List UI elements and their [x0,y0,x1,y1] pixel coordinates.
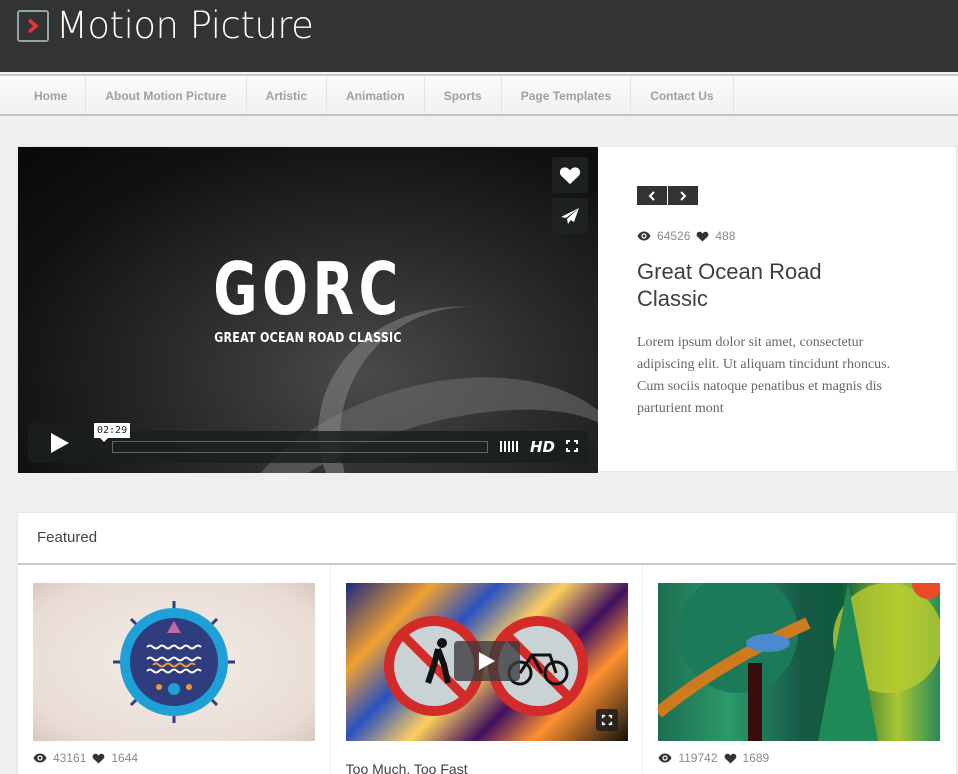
site-title: Motion Picture [56,4,314,47]
video-thumbnail[interactable] [345,583,628,741]
nav-item-sports[interactable]: Sports [425,76,502,114]
site-logo[interactable]: Motion Picture [17,4,314,47]
nav-item-home[interactable]: Home [0,76,87,114]
featured-card: 43161 1644 [18,565,331,774]
fullscreen-icon[interactable] [565,439,579,458]
forest-illustration [658,583,941,741]
featured-cards: 43161 1644 Too Much, Too Fast 119742 168… [18,565,956,774]
featured-card: 119742 1689 [643,565,956,774]
heart-icon [697,231,709,241]
hd-toggle[interactable]: HD [530,438,555,456]
like-button[interactable] [552,157,588,193]
nav-item-page-templates[interactable]: Page Templates [502,76,632,114]
share-button[interactable] [552,198,588,234]
heart-icon [93,753,105,763]
heart-icon [724,753,736,763]
send-icon [561,208,579,224]
like-count: 1644 [111,751,139,765]
card-stats: 119742 1689 [658,751,775,765]
eye-icon [658,753,672,763]
nav-item-artistic[interactable]: Artistic [247,76,328,114]
like-count: 488 [715,229,736,243]
featured-heading: Featured [18,513,956,565]
site-header: Motion Picture [0,0,958,72]
video-overlay-title: GORC [213,247,403,331]
main-nav: Home About Motion Picture Artistic Anima… [0,74,958,116]
chevron-right-icon [680,190,687,201]
card-title[interactable]: Too Much, Too Fast [346,761,468,774]
hero-slider: GORC GREAT OCEAN ROAD CLASSIC HD 02:29 6… [17,146,957,473]
video-thumbnail[interactable] [33,583,315,741]
nav-item-about[interactable]: About Motion Picture [86,76,247,114]
eye-icon [33,753,47,763]
slider-arrows [637,186,698,205]
thumbnail-play-button[interactable] [453,641,520,681]
featured-section: Featured 43161 1644 Too Much, Too Fast 1… [17,512,957,774]
heart-icon [559,166,581,184]
chevron-left-icon [648,190,655,201]
video-thumbnail[interactable] [658,583,941,741]
play-button[interactable] [28,423,92,463]
video-description: Lorem ipsum dolor sit amet, consectetur … [637,335,891,416]
thumbnail-fullscreen-button[interactable] [595,709,618,731]
logo-chevron-icon [17,10,49,42]
nav-item-animation[interactable]: Animation [327,76,425,114]
like-count: 1689 [742,751,770,765]
video-title[interactable]: Great Ocean Road Classic [637,258,897,312]
view-count: 64526 [657,229,691,243]
next-button[interactable] [668,186,698,205]
time-tooltip: 02:29 [94,423,131,442]
card-stats: 43161 1644 [33,751,144,765]
video-player[interactable]: GORC GREAT OCEAN ROAD CLASSIC HD 02:29 [18,147,598,473]
progress-bar[interactable] [112,441,488,453]
view-count: 43161 [53,751,87,765]
play-icon [51,433,69,453]
view-count: 119742 [678,751,718,765]
featured-card: Too Much, Too Fast [331,565,644,774]
prev-button[interactable] [637,186,667,205]
video-overlay-subtitle: GREAT OCEAN ROAD CLASSIC [214,331,402,346]
play-icon [478,652,495,670]
fullscreen-icon [601,714,612,726]
virus-illustration [113,601,235,723]
video-controls: HD [102,431,588,463]
eye-icon [637,231,651,241]
video-info-panel: 64526 488 Great Ocean Road Classic Lorem… [598,147,956,471]
nav-item-contact[interactable]: Contact Us [631,76,734,114]
video-stats: 64526 488 [637,229,741,243]
volume-icon[interactable] [500,441,518,452]
